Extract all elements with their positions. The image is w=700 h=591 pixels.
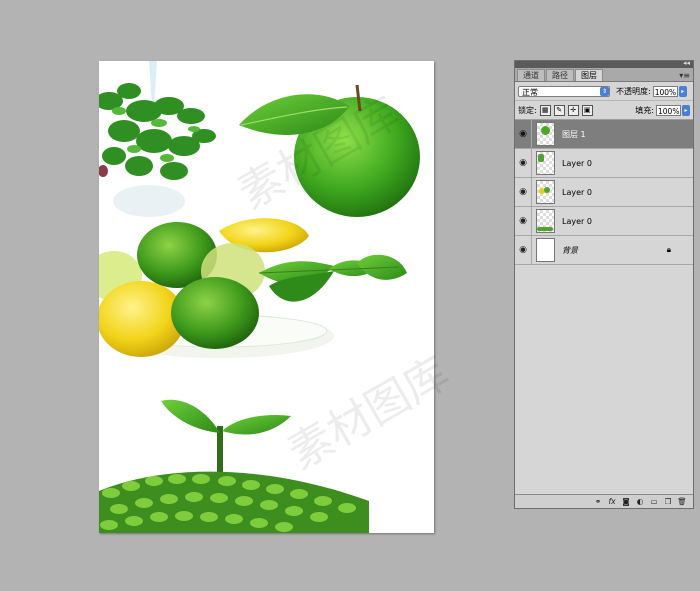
lock-position-icon[interactable]: ✛: [567, 104, 579, 116]
layer-name: 背景: [562, 245, 578, 255]
canvas-artwork: [99, 61, 420, 533]
trash-icon[interactable]: 🗑︎: [675, 497, 689, 506]
panel-titlebar[interactable]: ◂◂: [515, 59, 693, 68]
visibility-eye-icon[interactable]: ◉: [515, 149, 532, 177]
visibility-eye-icon[interactable]: ◉: [515, 178, 532, 206]
panel-tabs: 通道 路径 图层 ▾≡: [515, 68, 693, 82]
layers-panel: ◂◂ 通道 路径 图层 ▾≡ 正常 ⇕ 不透明度: 100% ▸ 锁定: ▦ ✎…: [514, 59, 694, 509]
layer-thumbnail: [536, 180, 555, 204]
layer-name: Layer 0: [562, 187, 592, 197]
vegetable-bunch: [99, 61, 216, 217]
blend-mode-select[interactable]: 正常 ⇕: [518, 85, 610, 97]
layer-row[interactable]: ◉ Layer 0: [515, 149, 693, 178]
layer-thumbnail: [536, 151, 555, 175]
opacity-stepper-icon[interactable]: ▸: [678, 85, 687, 97]
lock-pixels-icon[interactable]: ✎: [553, 104, 565, 116]
layer-row[interactable]: ◉ 背景 🔒︎: [515, 236, 693, 265]
tab-paths[interactable]: 路径: [546, 69, 574, 81]
collapse-icon[interactable]: ◂◂: [683, 59, 690, 68]
fx-icon[interactable]: fx: [605, 497, 619, 506]
green-sprouts: [99, 471, 369, 533]
layer-name: Layer 0: [562, 158, 592, 168]
blend-opacity-row: 正常 ⇕ 不透明度: 100% ▸: [515, 82, 693, 101]
layer-thumbnail: [536, 209, 555, 233]
lock-fill-row: 锁定: ▦ ✎ ✛ ▣ 填充: 100% ▸: [515, 101, 693, 120]
fill-label: 填充:: [635, 105, 654, 115]
fill-field[interactable]: 100%: [656, 104, 681, 116]
tab-channels[interactable]: 通道: [517, 69, 545, 81]
panel-menu-icon[interactable]: ▾≡: [679, 70, 690, 81]
dropdown-arrow-icon: ⇕: [600, 86, 609, 96]
visibility-eye-icon[interactable]: ◉: [515, 120, 532, 148]
lock-transparency-icon[interactable]: ▦: [539, 104, 551, 116]
lock-all-icon[interactable]: ▣: [581, 104, 593, 116]
layer-name: Layer 0: [562, 216, 592, 226]
blend-mode-value: 正常: [522, 87, 538, 97]
layer-row[interactable]: ◉ 图层 1: [515, 120, 693, 149]
tab-layers[interactable]: 图层: [575, 69, 603, 81]
lock-icon: 🔒︎: [666, 245, 671, 254]
visibility-eye-icon[interactable]: ◉: [515, 236, 532, 264]
lock-label: 锁定:: [518, 105, 537, 115]
document-canvas[interactable]: [99, 61, 434, 533]
layer-row[interactable]: ◉ Layer 0: [515, 207, 693, 236]
group-icon[interactable]: ▭: [647, 497, 661, 506]
new-layer-icon[interactable]: ❐: [661, 497, 675, 506]
panel-bottom-bar: ⚭ fx ◙ ◐ ▭ ❐ 🗑︎: [515, 494, 693, 508]
fill-stepper-icon[interactable]: ▸: [682, 104, 690, 116]
layer-row[interactable]: ◉ Layer 0: [515, 178, 693, 207]
green-apple: [239, 84, 420, 217]
layer-thumbnail: [536, 238, 555, 262]
link-layers-icon[interactable]: ⚭: [591, 497, 605, 506]
visibility-eye-icon[interactable]: ◉: [515, 207, 532, 235]
mask-icon[interactable]: ◙: [619, 497, 633, 506]
opacity-label: 不透明度:: [616, 86, 651, 96]
opacity-field[interactable]: 100%: [652, 85, 678, 97]
adjustment-icon[interactable]: ◐: [633, 497, 647, 506]
layer-thumbnail: [536, 122, 555, 146]
layers-list: ◉ 图层 1 ◉ Layer 0 ◉ Layer 0 ◉ Layer 0 ◉ 背…: [515, 120, 693, 265]
limes-and-lemons-plate: [99, 218, 407, 358]
layer-name: 图层 1: [562, 129, 586, 139]
